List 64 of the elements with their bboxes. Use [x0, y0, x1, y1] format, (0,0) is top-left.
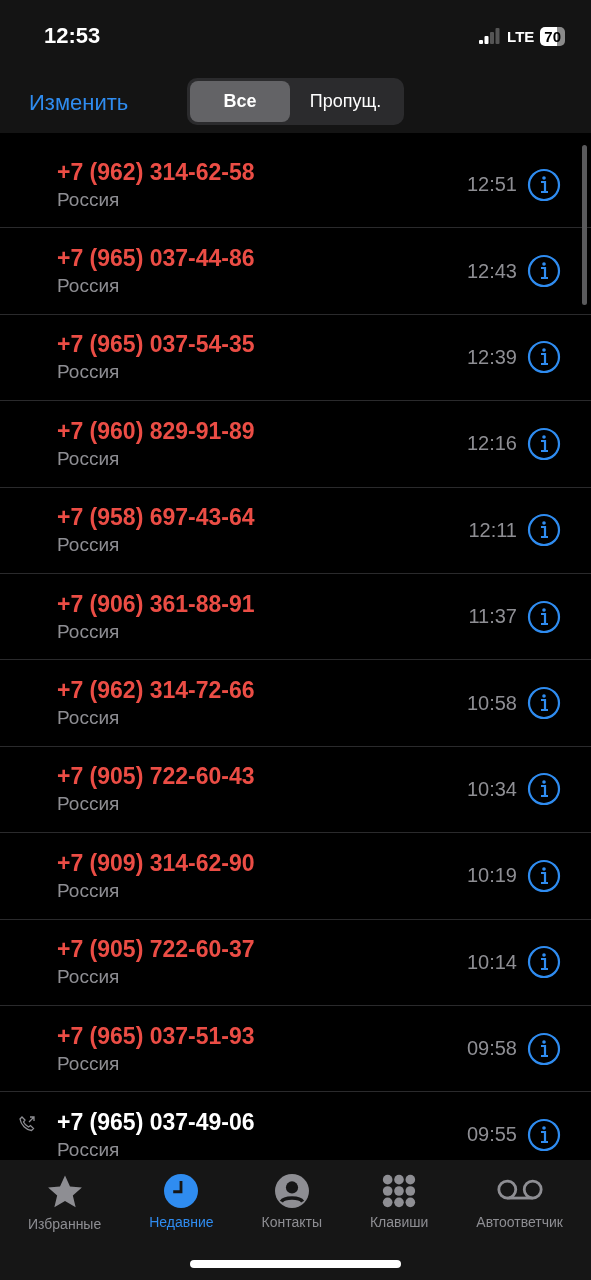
call-time: 12:16 — [466, 432, 517, 456]
clock-icon — [164, 1174, 199, 1208]
phone-number: +7 (958) 697-43-64 — [57, 504, 256, 532]
call-location: Россия — [57, 966, 121, 989]
info-button[interactable] — [527, 686, 561, 721]
tab-bar-item[interactable]: Клавиши — [369, 1174, 429, 1244]
call-location: Россия — [57, 1052, 121, 1075]
call-time: 10:34 — [466, 777, 517, 801]
call-location: Россия — [57, 534, 121, 557]
phone-number: +7 (960) 829-91-89 — [57, 417, 256, 445]
tab-bar-item[interactable]: Недавние — [149, 1174, 214, 1244]
call-location: Россия — [57, 879, 121, 902]
call-location: Россия — [57, 707, 121, 730]
info-button[interactable] — [527, 167, 561, 202]
person-icon — [274, 1174, 309, 1208]
info-button[interactable] — [527, 426, 561, 461]
call-time: 10:58 — [466, 691, 517, 715]
filter-segment[interactable]: Все — [190, 81, 290, 122]
info-button[interactable] — [527, 1118, 561, 1152]
call-time: 12:51 — [466, 173, 517, 197]
info-button[interactable] — [527, 858, 561, 893]
call-time: 12:11 — [468, 518, 517, 542]
phone-number: +7 (965) 037-44-86 — [57, 245, 256, 273]
phone-number: +7 (905) 722-60-37 — [57, 936, 256, 964]
call-time: 10:19 — [466, 864, 517, 888]
info-button[interactable] — [527, 772, 561, 807]
network-type: LTE — [507, 27, 535, 45]
signal-icon — [479, 28, 502, 44]
outgoing-call-icon — [18, 1115, 36, 1134]
battery-level: 70 — [540, 26, 565, 46]
call-location: Россия — [57, 361, 121, 384]
call-location: Россия — [57, 793, 121, 816]
call-location: Россия — [57, 1139, 121, 1160]
phone-number: +7 (906) 361-88-91 — [57, 590, 256, 618]
call-time: 11:37 — [468, 605, 517, 629]
status-time: 12:53 — [44, 23, 101, 49]
edit-button[interactable]: Изменить — [29, 89, 129, 116]
phone-number: +7 (962) 314-62-58 — [57, 158, 256, 186]
tab-bar-item[interactable]: Избранные — [28, 1174, 102, 1244]
call-time: 12:43 — [466, 259, 517, 283]
phone-number: +7 (905) 722-60-43 — [57, 763, 256, 791]
call-location: Россия — [57, 275, 121, 298]
info-button[interactable] — [527, 340, 561, 375]
keypad-icon — [382, 1174, 417, 1208]
phone-number: +7 (909) 314-62-90 — [57, 849, 256, 877]
phone-number: +7 (962) 314-72-66 — [57, 677, 256, 705]
call-location: Россия — [57, 188, 121, 211]
info-button[interactable] — [527, 1031, 561, 1066]
info-button[interactable] — [527, 254, 561, 289]
phone-number: +7 (965) 037-51-93 — [57, 1022, 256, 1050]
tab-bar-item[interactable]: Контакты — [261, 1174, 322, 1244]
tab-bar-item[interactable]: Автоответчик — [476, 1174, 563, 1244]
call-time: 10:14 — [466, 950, 517, 974]
call-time: 09:55 — [466, 1123, 517, 1147]
call-time: 12:39 — [466, 345, 517, 369]
info-button[interactable] — [527, 945, 561, 980]
phone-number: +7 (965) 037-54-35 — [57, 331, 256, 359]
phone-number: +7 (965) 037-49-06 — [57, 1109, 256, 1136]
call-time: 09:58 — [466, 1037, 517, 1061]
info-button[interactable] — [527, 599, 561, 634]
call-location: Россия — [57, 620, 121, 643]
info-button[interactable] — [527, 513, 561, 548]
filter-segment[interactable]: Пропущ. — [290, 81, 401, 122]
call-location: Россия — [57, 447, 121, 470]
